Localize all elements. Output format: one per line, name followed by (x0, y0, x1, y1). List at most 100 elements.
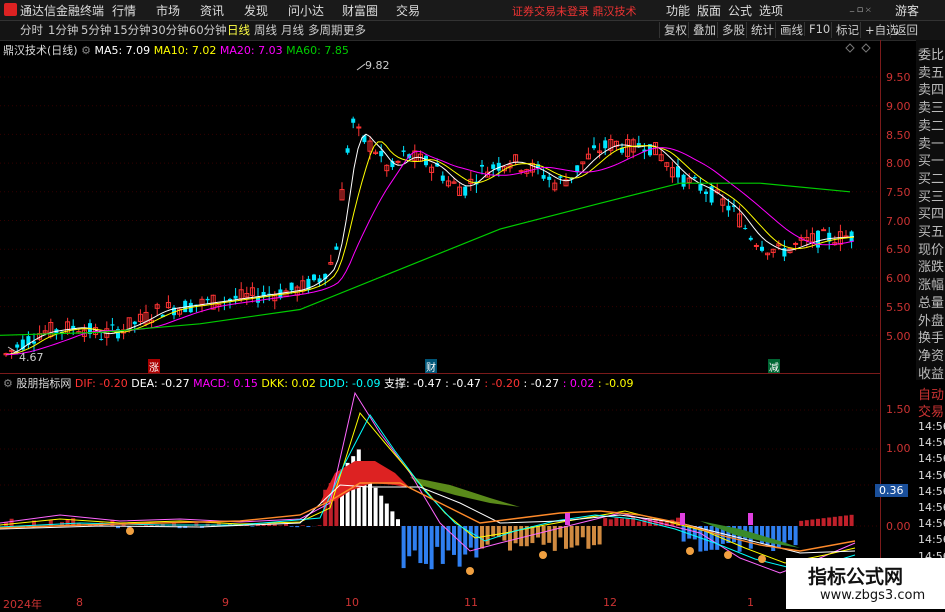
candle-body-down (603, 140, 607, 148)
macd-bar-neg (715, 526, 719, 550)
side-item[interactable]: 总量 (918, 292, 945, 311)
candle-body-down (558, 176, 562, 177)
menu-hangqing[interactable]: 行情 (112, 2, 136, 19)
period-fenshi[interactable]: 分时 (20, 22, 43, 38)
macd-bar-neg (547, 526, 551, 543)
macd-bar-pos (805, 520, 809, 526)
high-marker (357, 64, 365, 70)
side-item[interactable]: 买四 (918, 203, 945, 222)
macd-bar-neg (295, 526, 299, 527)
side-item[interactable]: 换手 (918, 327, 945, 346)
btn-fanhui[interactable]: 返回 (890, 22, 918, 38)
chart-settings-icons[interactable] (846, 44, 870, 52)
side-item[interactable]: 买五 (918, 221, 945, 240)
macd-bar-pos (799, 521, 803, 526)
side-trade-item[interactable]: 交易 (918, 401, 945, 420)
side-item[interactable]: 卖二 (918, 115, 945, 134)
menu-shichang[interactable]: 市场 (156, 2, 180, 19)
btn-f10[interactable]: F10 (804, 22, 830, 36)
menu-gongneng[interactable]: 功能 (666, 2, 690, 19)
macd-bar-neg (402, 526, 406, 568)
xtick: 8 (76, 596, 83, 609)
magenta-marker (748, 513, 753, 525)
side-item[interactable]: 买二 (918, 168, 945, 187)
close-icon[interactable] (866, 8, 871, 12)
candle-body-down (379, 151, 383, 156)
candle-body-down (704, 192, 708, 194)
candle-body-down (592, 145, 596, 148)
menu-wenxiaoda[interactable]: 问小达 (288, 2, 324, 19)
btn-diejia[interactable]: 叠加 (688, 22, 716, 38)
macd-label: MACD: 0.15 (193, 377, 258, 390)
side-item[interactable]: 现价 (918, 239, 945, 258)
btn-biaoji[interactable]: 标记 (831, 22, 859, 38)
macd-bar-neg (564, 526, 568, 549)
side-item[interactable]: 外盘 (918, 310, 945, 329)
macd-bar-neg (435, 526, 439, 547)
indicator-title: 股朋指标网 (16, 377, 71, 390)
period-60min[interactable]: 60分钟 (189, 22, 227, 38)
candle-body-down (491, 164, 495, 168)
watermark-title: 指标公式网 (808, 562, 903, 589)
sub-grid (0, 410, 880, 526)
macd-indicator-chart[interactable] (0, 373, 880, 595)
side-item[interactable]: 委比 (918, 44, 945, 63)
macd-bar-pos (626, 519, 630, 526)
menu-caifuquan[interactable]: 财富圈 (342, 2, 378, 19)
side-item[interactable]: 净资 (918, 345, 945, 364)
side-item[interactable]: 涨跌 (918, 256, 945, 275)
maximize-icon[interactable] (858, 8, 863, 12)
side-item[interactable]: 卖三 (918, 97, 945, 116)
menu-banmian[interactable]: 版面 (697, 2, 721, 19)
macd-bar-neg (782, 526, 786, 543)
candle-body-down (110, 324, 114, 325)
buy-signal-icon (466, 567, 474, 575)
macd-bar-pos (637, 522, 641, 526)
period-1min[interactable]: 1分钟 (48, 22, 78, 38)
period-more[interactable]: 更多 (343, 22, 366, 38)
menu-faxian[interactable]: 发现 (244, 2, 268, 19)
btn-tongji[interactable]: 统计 (746, 22, 774, 38)
side-item[interactable]: 买三 (918, 186, 945, 205)
period-multi[interactable]: 多周期 (308, 22, 343, 38)
menu-jiaoyi[interactable]: 交易 (396, 2, 420, 19)
macd-bar-neg (542, 526, 546, 545)
side-time: 14:56 (918, 533, 945, 546)
macd-bar-pos (301, 525, 305, 526)
period-monthly[interactable]: 月线 (281, 22, 304, 38)
login-notice[interactable]: 证券交易未登录 鼎汉技术 (512, 3, 637, 19)
side-item[interactable]: 涨幅 (918, 274, 945, 293)
sub-ytick: 1.50 (886, 403, 911, 416)
btn-fuquan[interactable]: 复权 (659, 22, 687, 38)
menu-xuanxiang[interactable]: 选项 (759, 2, 783, 19)
side-item[interactable]: 卖五 (918, 62, 945, 81)
side-item[interactable]: 卖一 (918, 133, 945, 152)
event-zhang[interactable]: 涨 (148, 359, 160, 374)
macd-bar-pos (379, 496, 383, 526)
guest-label[interactable]: 游客 (895, 2, 919, 19)
menu-gongshi[interactable]: 公式 (728, 2, 752, 19)
side-item[interactable]: 卖四 (918, 79, 945, 98)
menu-zixun[interactable]: 资讯 (200, 2, 224, 19)
indicator-settings-icon[interactable]: ⚙ (3, 377, 13, 390)
event-jian[interactable]: 减 (768, 359, 780, 374)
candle-body-down (133, 322, 137, 324)
side-time: 14:56 (918, 436, 945, 449)
ytick: 7.00 (886, 215, 911, 228)
window-controls[interactable] (848, 1, 893, 19)
btn-huaxian[interactable]: 画线 (775, 22, 803, 38)
side-item[interactable]: 买一 (918, 150, 945, 169)
period-daily[interactable]: 日线 (227, 22, 250, 38)
period-5min[interactable]: 5分钟 (81, 22, 111, 38)
legend-settings-icon[interactable]: ⚙ (81, 44, 91, 57)
candle-body-up (396, 161, 400, 162)
side-time: 14:56 (918, 452, 945, 465)
side-item[interactable]: 收益 (918, 363, 945, 382)
dkk-label: DKK: 0.02 (261, 377, 316, 390)
period-15min[interactable]: 15分钟 (113, 22, 151, 38)
kline-chart[interactable] (0, 40, 880, 372)
period-weekly[interactable]: 周线 (254, 22, 277, 38)
btn-duogu[interactable]: 多股 (717, 22, 745, 38)
period-30min[interactable]: 30分钟 (151, 22, 189, 38)
event-cai[interactable]: 财 (425, 359, 437, 374)
